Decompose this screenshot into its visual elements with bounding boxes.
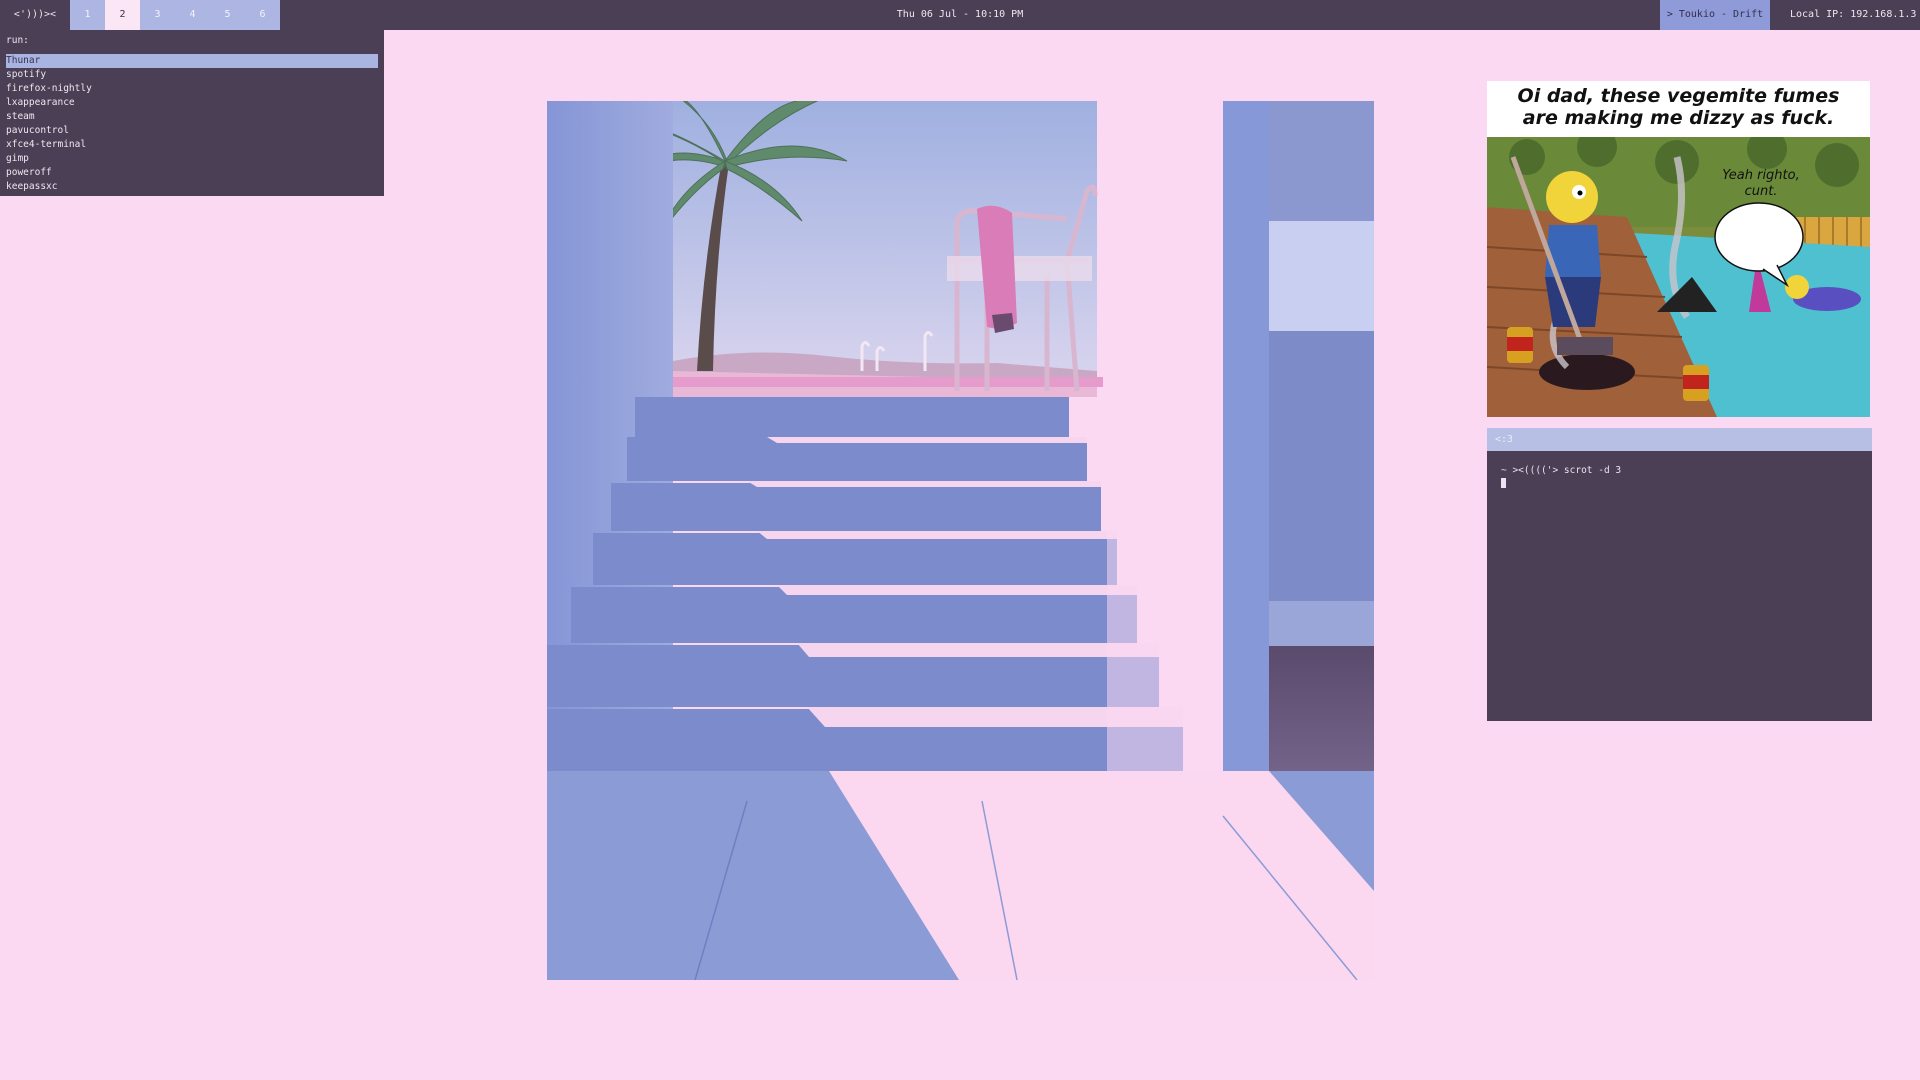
launcher-item-steam[interactable]: steam: [6, 110, 378, 124]
top-bar: <')))>< 1 2 3 4 5 6 Thu 06 Jul - 10:10 P…: [0, 0, 1920, 30]
launcher-item-pavucontrol[interactable]: pavucontrol: [6, 124, 378, 138]
workspace-4[interactable]: 4: [175, 0, 210, 30]
clock: Thu 06 Jul - 10:10 PM: [896, 9, 1024, 20]
launcher-item-poweroff[interactable]: poweroff: [6, 166, 378, 180]
meme-speech-bubble: Yeah righto, cunt.: [1722, 168, 1800, 199]
launcher-prompt[interactable]: run:: [6, 34, 384, 48]
launcher-item-keepassxc[interactable]: keepassxc: [6, 180, 378, 194]
meme-illustration: [1487, 137, 1870, 417]
launcher-item-gimp[interactable]: gimp: [6, 152, 378, 166]
workspace-5[interactable]: 5: [210, 0, 245, 30]
run-launcher: run: Thunar spotify firefox-nightly lxap…: [0, 30, 384, 196]
wm-logo[interactable]: <')))><: [0, 0, 70, 30]
terminal-titlebar[interactable]: <:3: [1487, 428, 1872, 451]
launcher-item-firefox-nightly[interactable]: firefox-nightly: [6, 82, 378, 96]
workspace-switcher: 1 2 3 4 5 6: [70, 0, 280, 30]
workspace-6[interactable]: 6: [245, 0, 280, 30]
terminal-body[interactable]: ~ ><(((('> scrot -d 3: [1487, 451, 1872, 491]
workspace-3[interactable]: 3: [140, 0, 175, 30]
local-ip-widget: Local IP: 192.168.1.3: [1790, 9, 1917, 20]
terminal-window[interactable]: <:3 ~ ><(((('> scrot -d 3: [1487, 428, 1872, 721]
workspace-1[interactable]: 1: [70, 0, 105, 30]
wallpaper-artwork: [547, 101, 1374, 980]
meme-caption: Oi dad, these vegemite fumes are making …: [1517, 85, 1840, 129]
launcher-item-lxappearance[interactable]: lxappearance: [6, 96, 378, 110]
now-playing-widget[interactable]: > Toukio - Drift: [1660, 0, 1770, 30]
terminal-cursor: [1501, 478, 1506, 488]
meme-image: Oi dad, these vegemite fumes are making …: [1487, 81, 1870, 417]
workspace-2[interactable]: 2: [105, 0, 140, 30]
launcher-item-thunar[interactable]: Thunar: [6, 54, 378, 68]
launcher-item-xfce4-terminal[interactable]: xfce4-terminal: [6, 138, 378, 152]
terminal-prompt-line: ~ ><(((('> scrot -d 3: [1501, 465, 1622, 476]
launcher-item-spotify[interactable]: spotify: [6, 68, 378, 82]
